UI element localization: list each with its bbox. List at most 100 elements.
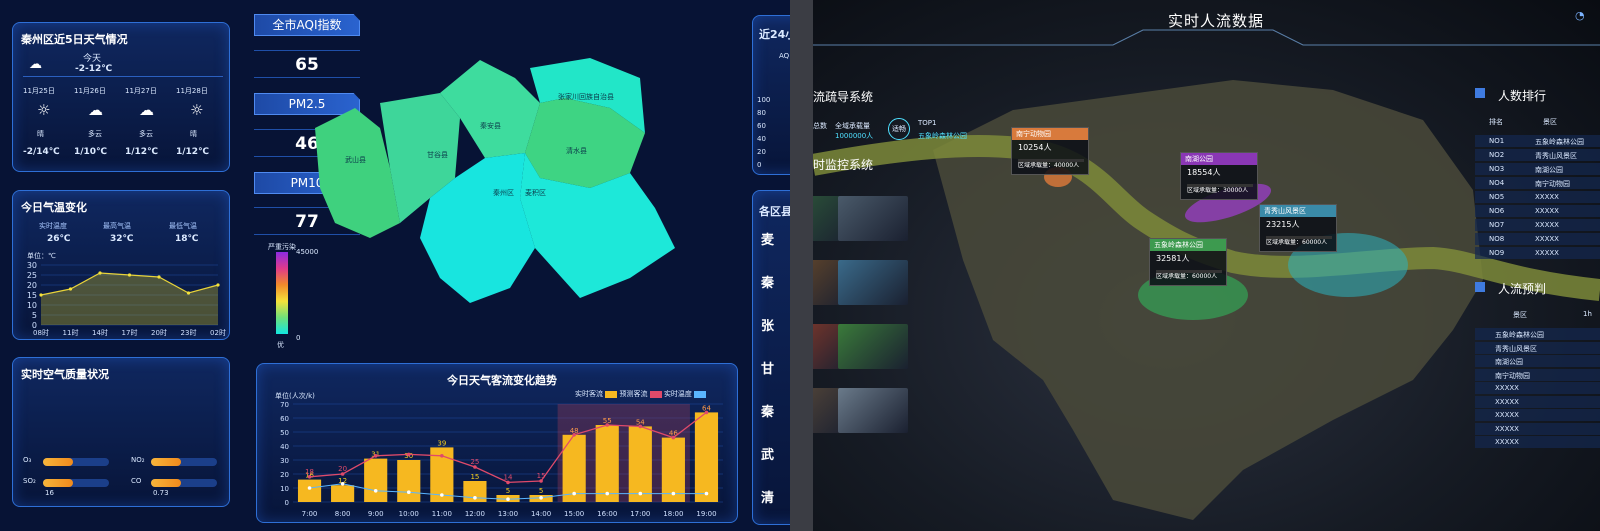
y-tick: 10 bbox=[280, 485, 289, 493]
x-tick: 11:00 bbox=[432, 510, 452, 518]
rank-row[interactable]: NO9 XXXXX bbox=[1475, 247, 1600, 259]
district-item[interactable]: 秦 bbox=[761, 401, 774, 420]
district-item[interactable]: 清 bbox=[761, 487, 774, 506]
predict-row[interactable]: 南湖公园 bbox=[1475, 355, 1600, 367]
aqi-24h-sub: AQ bbox=[779, 52, 790, 60]
rank-no: NO9 bbox=[1489, 249, 1505, 257]
location-card[interactable]: 南湖公园 18554人 区域承载量：30000人 bbox=[1180, 152, 1258, 200]
rank-row[interactable]: NO2 青秀山风景区 bbox=[1475, 149, 1600, 161]
forecast-temp: -2/14℃ bbox=[23, 147, 60, 157]
predict-col-1h: 1h bbox=[1583, 310, 1592, 318]
predict-row[interactable]: 青秀山风景区 bbox=[1475, 341, 1600, 354]
min-temp-label: 最低气温 bbox=[169, 222, 197, 230]
camera-thumbnail[interactable] bbox=[838, 324, 908, 369]
predict-row[interactable]: XXXXX bbox=[1475, 409, 1600, 421]
bar-actual[interactable] bbox=[694, 412, 719, 502]
bar-label: 5 bbox=[539, 487, 543, 495]
district-item[interactable]: 麦 bbox=[761, 229, 774, 248]
location-card[interactable]: 南宁动物园 10254人 区域承载量：40000人 bbox=[1011, 127, 1089, 175]
temp-point bbox=[98, 271, 102, 275]
rank-row[interactable]: NO1 五象岭森林公园 bbox=[1475, 135, 1600, 147]
camera-thumbnail[interactable] bbox=[838, 388, 908, 433]
forecast-date: 11月28日 bbox=[176, 87, 208, 95]
district-title: 各区县 bbox=[759, 205, 790, 218]
predict-row[interactable]: XXXXX bbox=[1475, 382, 1600, 394]
temp-point bbox=[186, 291, 191, 295]
predicted-label: 18 bbox=[305, 468, 314, 476]
predict-name: XXXXX bbox=[1495, 411, 1519, 419]
rank-no: NO2 bbox=[1489, 151, 1505, 159]
bar-actual[interactable] bbox=[331, 485, 355, 502]
bar-actual[interactable] bbox=[297, 479, 322, 502]
district-item[interactable]: 武 bbox=[761, 444, 774, 463]
district-item[interactable]: 甘 bbox=[761, 358, 774, 377]
scale-min: 0 bbox=[296, 334, 301, 342]
card-load-bar bbox=[1266, 236, 1332, 239]
predicted-label: 20 bbox=[338, 465, 347, 473]
x-tick: 20时 bbox=[151, 328, 167, 337]
predicted-label: 15 bbox=[537, 472, 546, 480]
map-label: 秦安县 bbox=[480, 122, 501, 130]
predict-row[interactable]: XXXXX bbox=[1475, 422, 1600, 435]
rank-name: XXXXX bbox=[1535, 235, 1559, 243]
weather-dashboard: 秦州区近5日天气情况 ☁ 今天 -2-12℃ 11月25日 ☼ 晴 -2/14℃ 11月… bbox=[0, 0, 790, 531]
bar-actual[interactable] bbox=[364, 458, 388, 502]
county-map bbox=[315, 58, 675, 303]
rank-row[interactable]: NO5 XXXXX bbox=[1475, 191, 1600, 203]
x-tick: 8:00 bbox=[335, 510, 351, 518]
y-tick: 0 bbox=[285, 499, 289, 507]
camera-thumbnail[interactable] bbox=[838, 260, 908, 305]
location-card[interactable]: 青秀山风景区 23215人 区域承载量：60000人 bbox=[1259, 204, 1337, 252]
x-tick: 10:00 bbox=[399, 510, 419, 518]
air-label: CO bbox=[131, 477, 142, 485]
x-tick: 17:00 bbox=[630, 510, 650, 518]
bar-actual[interactable] bbox=[628, 426, 652, 502]
temperature-point bbox=[473, 496, 477, 500]
temp-point bbox=[157, 275, 161, 279]
temperature-line-chart: 30252015105008时 11时 14时 17时 20时 23时 02时 bbox=[27, 261, 226, 337]
flow-chart-panel: 今日天气客流变化趋势 实时客流 预测客流 实时温度 单位(人次/k) 70 60 5… bbox=[256, 363, 738, 523]
temp-point bbox=[127, 273, 132, 277]
divider bbox=[790, 0, 813, 531]
rank-name: 青秀山风景区 bbox=[1535, 152, 1577, 160]
x-tick: 23时 bbox=[181, 328, 197, 337]
rank-row[interactable]: NO7 XXXXX bbox=[1475, 219, 1600, 231]
predicted-point bbox=[572, 433, 576, 437]
predict-name: XXXXX bbox=[1495, 397, 1519, 406]
predict-row[interactable]: 五象岭森林公园 bbox=[1475, 328, 1600, 340]
rank-row[interactable]: NO3 南湖公园 bbox=[1475, 163, 1600, 175]
air-bar-fill bbox=[43, 479, 73, 487]
predicted-point bbox=[373, 454, 378, 458]
x-tick: 14:00 bbox=[531, 510, 551, 518]
predict-col-name: 景区 bbox=[1513, 311, 1527, 319]
y-tick: 60 bbox=[280, 415, 289, 423]
district-item[interactable]: 张 bbox=[761, 315, 774, 334]
legend-temperature-swatch bbox=[694, 390, 707, 398]
location-card[interactable]: 五象岭森林公园 32581人 区域承载量：60000人 bbox=[1149, 238, 1227, 286]
rank-no: NO4 bbox=[1489, 179, 1505, 187]
x-tick: 13:00 bbox=[498, 510, 518, 518]
rank-col-rank: 排名 bbox=[1489, 118, 1503, 126]
predict-row[interactable]: XXXXX bbox=[1475, 436, 1600, 448]
bar-actual[interactable] bbox=[397, 460, 421, 502]
map-label: 武山县 bbox=[345, 156, 366, 164]
predict-row[interactable]: 南宁动物园 bbox=[1475, 368, 1600, 381]
side-y-tick: 20 bbox=[757, 148, 766, 156]
predicted-point bbox=[605, 423, 610, 427]
predict-name: 南湖公园 bbox=[1495, 358, 1523, 366]
max-temp-label: 最高气温 bbox=[103, 222, 131, 230]
predict-row[interactable]: XXXXX bbox=[1475, 395, 1600, 408]
rank-row[interactable]: NO8 XXXXX bbox=[1475, 233, 1600, 245]
rank-row[interactable]: NO6 XXXXX bbox=[1475, 205, 1600, 217]
district-item[interactable]: 秦 bbox=[761, 272, 774, 291]
temp-point bbox=[39, 293, 43, 297]
cloud-icon: ☁ bbox=[139, 101, 154, 119]
camera-thumbnail[interactable] bbox=[838, 196, 908, 241]
right-title: 实时人流数据 bbox=[1168, 12, 1265, 30]
predict-name: XXXXX bbox=[1495, 384, 1519, 392]
y-tick: 30 bbox=[27, 261, 37, 270]
bar-actual[interactable] bbox=[595, 425, 619, 502]
map-label: 秦州区 bbox=[493, 189, 514, 197]
rank-row[interactable]: NO4 南宁动物园 bbox=[1475, 177, 1600, 189]
predicted-point bbox=[406, 452, 411, 457]
